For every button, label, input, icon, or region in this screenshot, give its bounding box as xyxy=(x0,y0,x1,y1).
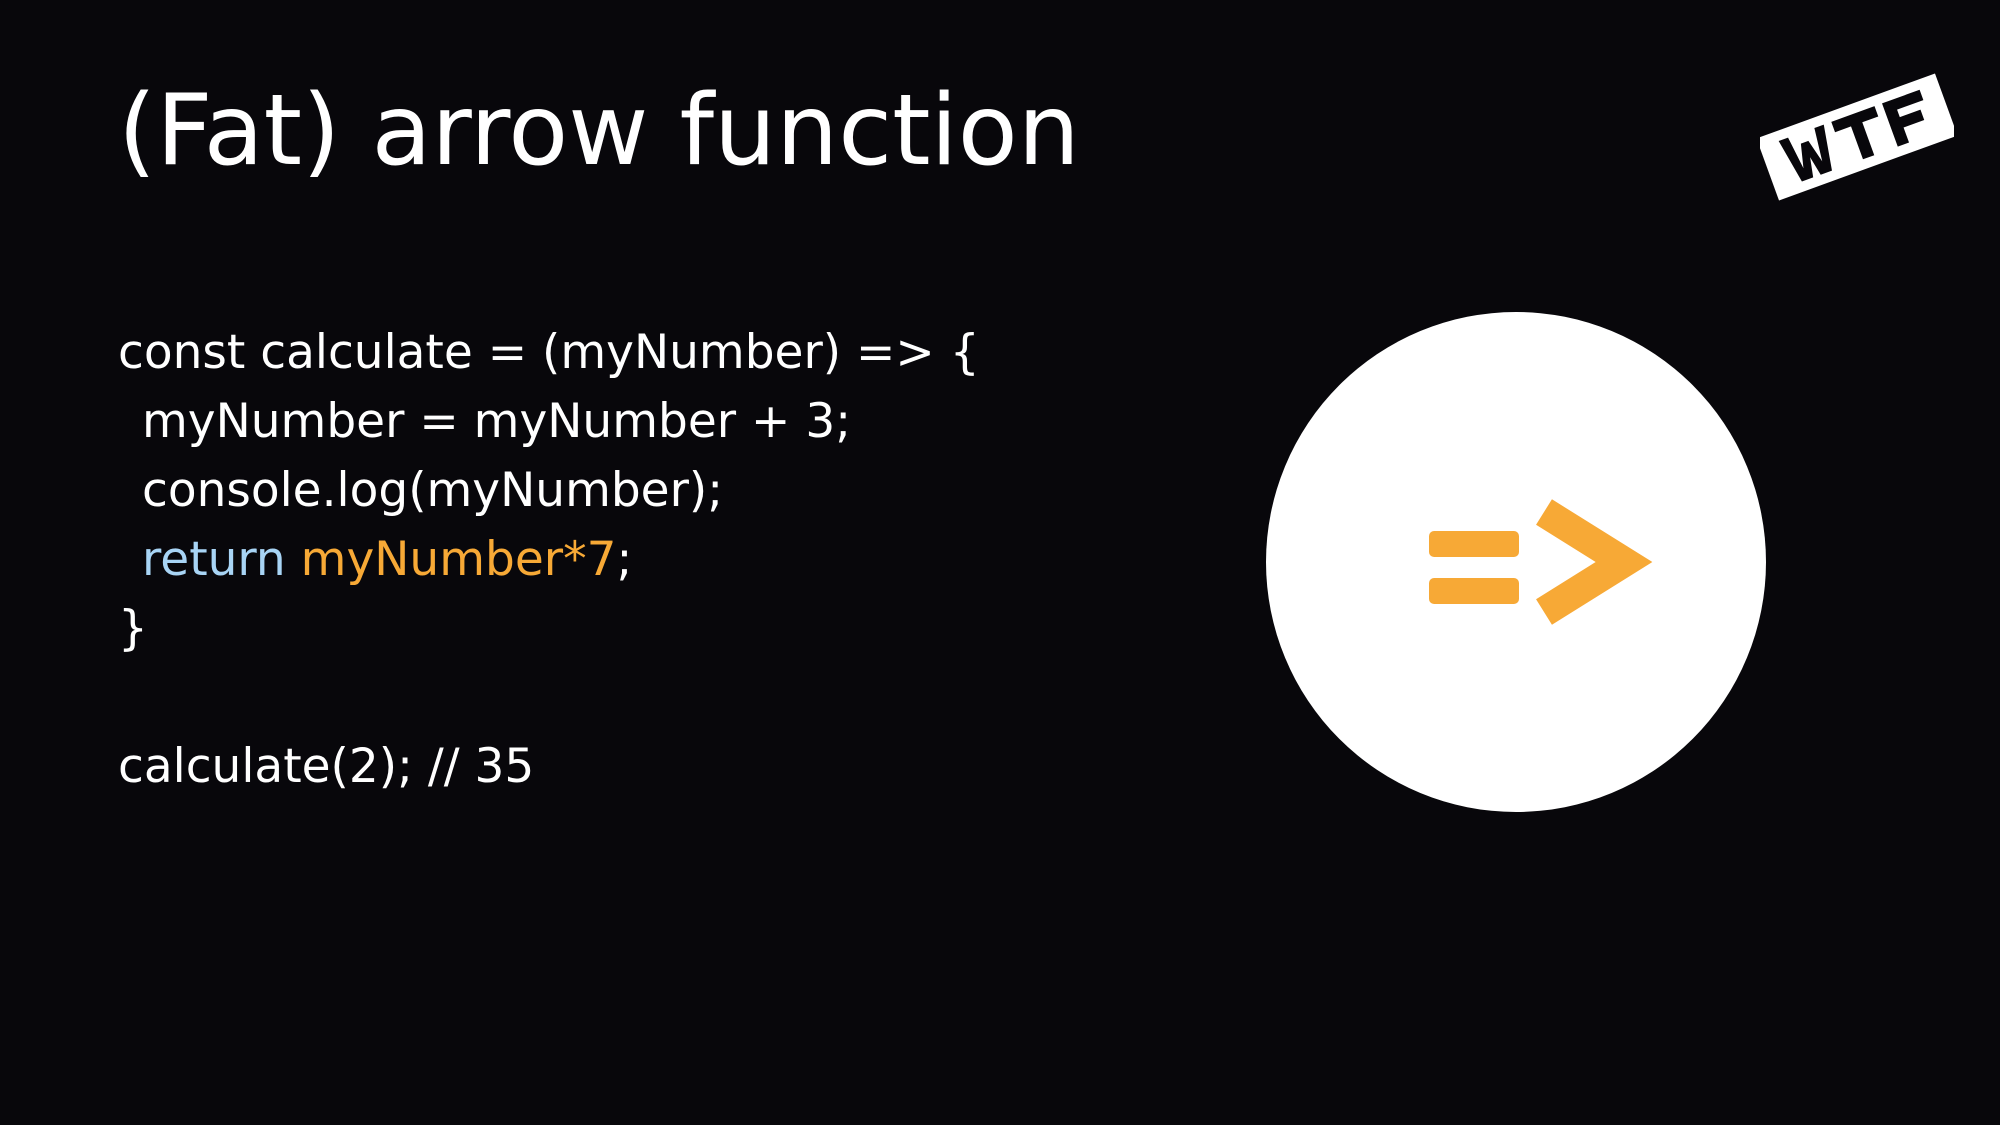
code-line: const calculate = (myNumber) => { xyxy=(118,325,980,380)
code-line: myNumber = myNumber + 3; xyxy=(142,394,852,449)
code-semicolon: ; xyxy=(616,532,633,587)
code-block: const calculate = (myNumber) => { myNumb… xyxy=(118,318,980,801)
slide-title: (Fat) arrow function xyxy=(118,74,1080,188)
slide: (Fat) arrow function const calculate = (… xyxy=(0,0,2000,1125)
highlighted-expression: myNumber*7 xyxy=(300,532,617,587)
code-line: return myNumber*7; xyxy=(118,525,980,594)
fat-arrow-icon xyxy=(1266,312,1766,812)
code-line: calculate(2); // 35 xyxy=(118,739,535,794)
wtf-logo-icon xyxy=(1760,73,1954,201)
code-line: } xyxy=(118,601,148,656)
arrow-badge xyxy=(1266,312,1766,812)
return-keyword: return xyxy=(142,532,286,587)
code-line: console.log(myNumber); xyxy=(142,463,724,518)
